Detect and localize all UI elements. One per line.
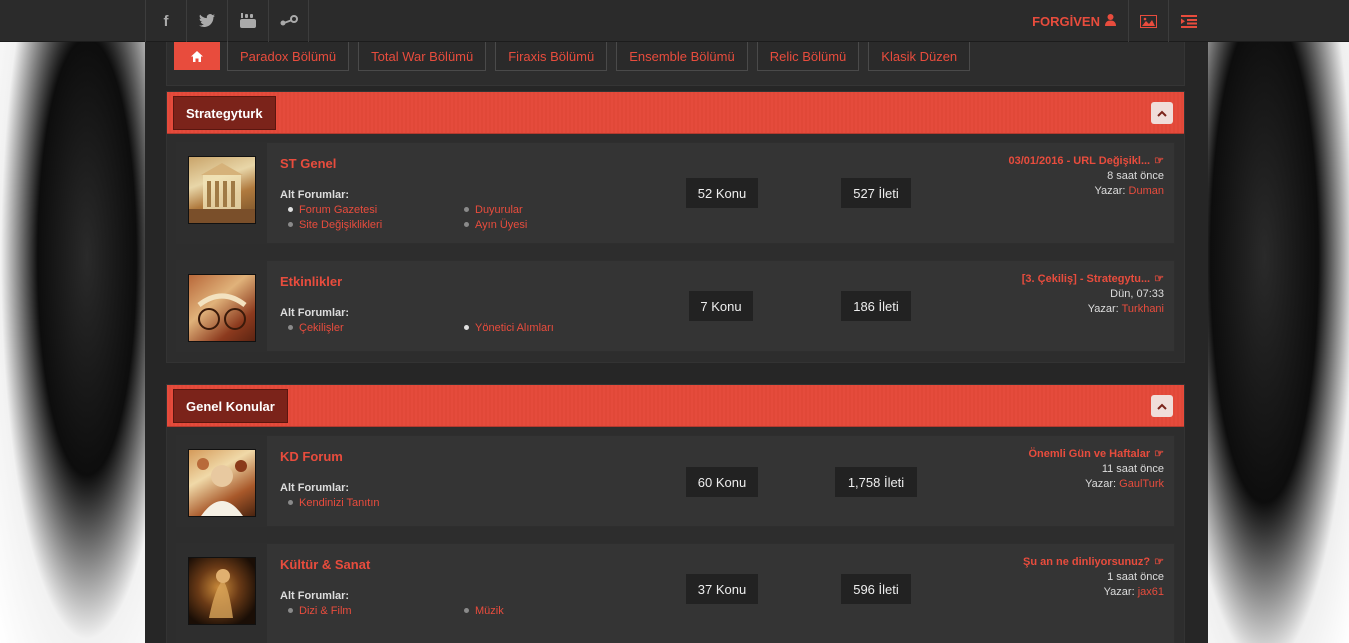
twitter-icon[interactable] [186, 0, 227, 42]
subforums-label: Alt Forumlar: [280, 307, 350, 319]
user-icon [1105, 13, 1116, 29]
last-post: 03/01/2016 - URL Değişikl... ☞ 8 saat önc… [1008, 154, 1164, 199]
category-header: Strategyturk [167, 92, 1184, 134]
steam-icon[interactable] [268, 0, 309, 42]
last-post-title[interactable]: Önemli Gün ve Haftalar [1028, 448, 1150, 460]
last-post-author[interactable]: GaulTurk [1119, 478, 1164, 490]
subforum-link[interactable]: Site Değişiklikleri [287, 219, 463, 232]
forum-thumbnail[interactable] [188, 557, 256, 625]
home-button[interactable] [174, 42, 220, 70]
last-post-author[interactable]: Duman [1129, 185, 1164, 197]
forum-icon-cell [177, 261, 267, 351]
subforum-link[interactable]: Yönetici Alımları [463, 322, 617, 335]
collapse-icon[interactable] [1151, 395, 1173, 417]
subforum-link[interactable]: Müzik [463, 605, 617, 618]
last-post-author[interactable]: jax61 [1138, 586, 1164, 598]
subforum-link[interactable]: Duyurular [463, 204, 617, 217]
tab-total-war[interactable]: Total War Bölümü [358, 42, 487, 71]
post-count: 1,758 İleti [835, 467, 917, 497]
post-count: 527 İleti [841, 178, 911, 208]
go-to-post-icon[interactable]: ☞ [1154, 556, 1164, 568]
last-post-time: 8 saat önce [1107, 170, 1164, 182]
forum-title[interactable]: Kültür & Sanat [280, 557, 370, 572]
collapse-icon[interactable] [1151, 102, 1173, 124]
last-post-time: 1 saat önce [1107, 571, 1164, 583]
subforum-link[interactable]: Forum Gazetesi [287, 204, 463, 217]
forum-thumbnail[interactable] [188, 274, 256, 342]
topic-count: 37 Konu [686, 574, 758, 604]
category-general-topics: Genel Konular KD Forum Alt Forumlar: Ken… [166, 384, 1185, 643]
tab-relic[interactable]: Relic Bölümü [756, 42, 860, 71]
subforums-label: Alt Forumlar: [280, 590, 350, 602]
category-title[interactable]: Strategyturk [173, 96, 276, 130]
forum-icon-cell [177, 436, 267, 526]
topic-count: 60 Konu [686, 467, 758, 497]
post-count: 596 İleti [841, 574, 911, 604]
category-header: Genel Konular [167, 385, 1184, 427]
forum-icon-cell [177, 143, 267, 243]
forum-title[interactable]: Etkinlikler [280, 274, 342, 289]
forum-row: Kültür & Sanat Alt Forumlar: Dizi & Film… [176, 543, 1175, 643]
forum-thumbnail[interactable] [188, 156, 256, 224]
section-nav: Paradox Bölümü Total War Bölümü Firaxis … [166, 42, 1185, 86]
youtube-icon[interactable] [227, 0, 268, 42]
last-post-time: Dün, 07:33 [1110, 288, 1164, 300]
background-art-left [0, 0, 145, 643]
last-post: Şu an ne dinliyorsunuz? ☞ 1 saat önce Yaz… [1023, 555, 1164, 600]
tab-ensemble[interactable]: Ensemble Bölümü [616, 42, 748, 71]
last-post-author[interactable]: Turkhani [1122, 303, 1164, 315]
go-to-post-icon[interactable]: ☞ [1154, 448, 1164, 460]
top-bar: f FORGİVEN [0, 0, 1349, 42]
subforum-link[interactable]: Kendinizi Tanıtın [287, 497, 463, 510]
username: FORGİVEN [1032, 13, 1100, 29]
category-strategyturk: Strategyturk ST Genel Alt Forumlar: Foru… [166, 91, 1185, 363]
subforum-link[interactable]: Ayın Üyesi [463, 219, 617, 232]
subforum-list: Kendinizi Tanıtın [287, 497, 617, 510]
last-post-title[interactable]: [3. Çekiliş] - Strategytu... [1022, 273, 1150, 285]
forum-row: KD Forum Alt Forumlar: Kendinizi Tanıtın… [176, 435, 1175, 527]
author-label: Yazar: [1094, 185, 1126, 197]
user-area: FORGİVEN [1032, 0, 1208, 42]
go-to-post-icon[interactable]: ☞ [1154, 273, 1164, 285]
subforum-list: Çekilişler Yönetici Alımları [287, 322, 617, 335]
home-icon [191, 50, 203, 62]
main-content: Paradox Bölümü Total War Bölümü Firaxis … [145, 42, 1208, 643]
tab-paradox[interactable]: Paradox Bölümü [227, 42, 350, 71]
topic-count: 52 Konu [686, 178, 758, 208]
category-title[interactable]: Genel Konular [173, 389, 288, 423]
forum-title[interactable]: KD Forum [280, 449, 343, 464]
forum-icon-cell [177, 544, 267, 643]
last-post: Önemli Gün ve Haftalar ☞ 11 saat önce Yaz… [1028, 447, 1164, 492]
forum-row: Etkinlikler Alt Forumlar: Çekilişler Yön… [176, 260, 1175, 352]
subforums-label: Alt Forumlar: [280, 482, 350, 494]
tab-classic-layout[interactable]: Klasik Düzen [868, 42, 971, 71]
section-tabs: Paradox Bölümü Total War Bölümü Firaxis … [227, 42, 979, 71]
forum-title[interactable]: ST Genel [280, 156, 336, 171]
author-label: Yazar: [1103, 586, 1135, 598]
subforum-list: Dizi & Film Müzik [287, 605, 617, 618]
image-icon[interactable] [1128, 0, 1168, 42]
subforums-label: Alt Forumlar: [280, 189, 350, 201]
author-label: Yazar: [1085, 478, 1117, 490]
forum-thumbnail[interactable] [188, 449, 256, 517]
last-post-title[interactable]: Şu an ne dinliyorsunuz? [1023, 556, 1150, 568]
social-links: f [145, 0, 309, 42]
background-art-right [1208, 0, 1349, 643]
subforum-link[interactable]: Dizi & Film [287, 605, 463, 618]
last-post-title[interactable]: 03/01/2016 - URL Değişikl... [1008, 155, 1150, 167]
topic-count: 7 Konu [689, 291, 753, 321]
facebook-icon[interactable]: f [145, 0, 186, 42]
sidebar-toggle-icon[interactable] [1168, 0, 1208, 42]
last-post-time: 11 saat önce [1101, 463, 1164, 475]
subforum-list: Forum Gazetesi Duyurular Site Değişiklik… [287, 204, 617, 232]
tab-firaxis[interactable]: Firaxis Bölümü [495, 42, 608, 71]
author-label: Yazar: [1087, 303, 1119, 315]
subforum-link[interactable]: Çekilişler [287, 322, 463, 335]
user-menu[interactable]: FORGİVEN [1032, 0, 1128, 42]
forum-row: ST Genel Alt Forumlar: Forum Gazetesi Du… [176, 142, 1175, 244]
go-to-post-icon[interactable]: ☞ [1154, 155, 1164, 167]
last-post: [3. Çekiliş] - Strategytu... ☞ Dün, 07:33… [1022, 272, 1164, 317]
post-count: 186 İleti [841, 291, 911, 321]
